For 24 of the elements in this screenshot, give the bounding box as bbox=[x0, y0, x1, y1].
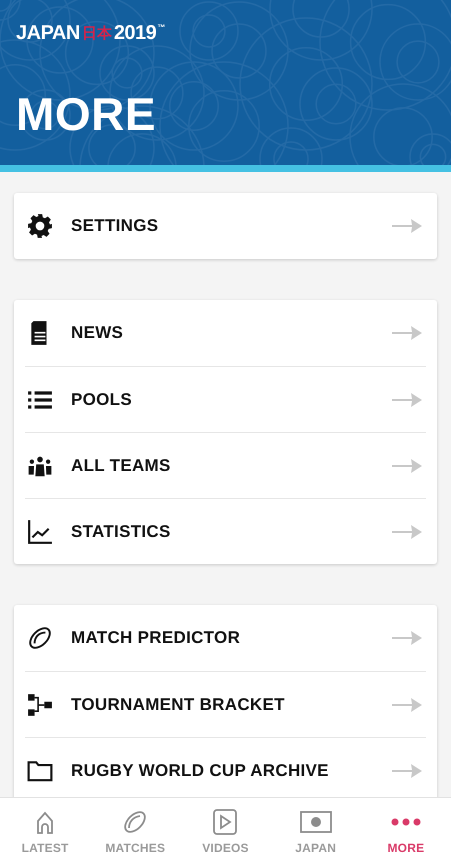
menu-item[interactable]: MATCH PREDICTOR bbox=[25, 605, 426, 671]
menu-item[interactable]: POOLS bbox=[25, 366, 426, 432]
tab[interactable]: MORE bbox=[360, 809, 451, 855]
arrow-icon bbox=[392, 326, 422, 340]
flag-icon bbox=[298, 809, 333, 835]
menu-item[interactable]: ALL TEAMS bbox=[25, 432, 426, 498]
logo: JAPAN 日本2019™ bbox=[16, 22, 166, 45]
more-dots-icon bbox=[390, 818, 421, 826]
menu-item[interactable]: SETTINGS bbox=[25, 193, 426, 259]
line-chart-icon bbox=[27, 518, 53, 544]
settings-icon bbox=[27, 213, 53, 239]
arrow-icon bbox=[392, 764, 422, 778]
arrow-icon bbox=[392, 392, 422, 406]
page-title: MORE bbox=[16, 91, 157, 137]
menu-item[interactable]: STATISTICS bbox=[25, 498, 426, 564]
arrow-icon bbox=[392, 631, 422, 645]
arrow-icon bbox=[392, 458, 422, 472]
arrow-icon bbox=[392, 219, 422, 233]
menu-item[interactable]: NEWS bbox=[25, 300, 426, 366]
rugby-ball-icon bbox=[27, 625, 53, 651]
menu-item[interactable]: TOURNAMENT BRACKET bbox=[25, 671, 426, 737]
arrow-icon bbox=[392, 524, 422, 538]
arrow-icon bbox=[392, 698, 422, 712]
bracket-icon bbox=[27, 692, 53, 718]
